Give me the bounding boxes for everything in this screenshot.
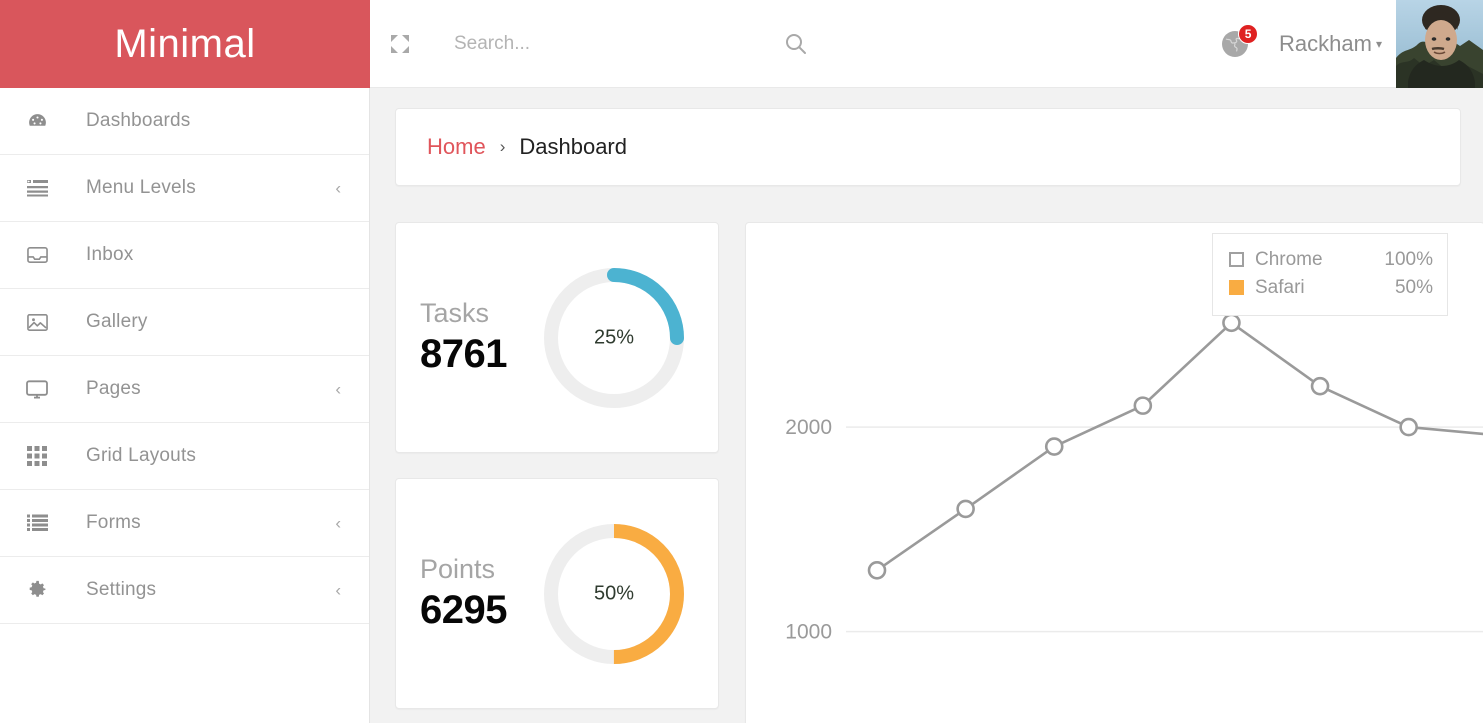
sidebar-item-label: Menu Levels xyxy=(60,177,196,199)
chevron-left-icon: ‹ xyxy=(335,381,341,398)
dashboard-page: Minimal Dashboards Menu Levels ‹ Inbox xyxy=(0,0,1483,723)
chart-data-point[interactable] xyxy=(1401,419,1417,435)
stat-card-tasks: Tasks 8761 25% xyxy=(395,222,719,453)
legend-swatch-safari xyxy=(1229,280,1244,295)
top-header: 5 Rackham ▾ xyxy=(370,0,1483,88)
sidebar-item-label: Pages xyxy=(60,378,141,400)
sidebar-item-inbox[interactable]: Inbox xyxy=(0,222,369,289)
breadcrumb-home-link[interactable]: Home xyxy=(427,134,486,160)
breadcrumb-separator-icon: › xyxy=(500,137,506,157)
grid-icon xyxy=(14,446,60,466)
user-menu[interactable]: Rackham ▾ xyxy=(1279,31,1382,57)
sidebar-item-gallery[interactable]: Gallery xyxy=(0,289,369,356)
search-input[interactable] xyxy=(454,33,784,55)
user-name-label: Rackham xyxy=(1279,31,1372,57)
inbox-icon xyxy=(14,246,60,264)
stat-label: Points xyxy=(420,553,532,587)
breadcrumb-current: Dashboard xyxy=(519,134,627,160)
list-icon xyxy=(14,514,60,532)
sidebar-item-label: Grid Layouts xyxy=(60,445,196,467)
avatar[interactable] xyxy=(1396,0,1483,88)
search-area xyxy=(454,32,874,55)
sidebar-item-label: Gallery xyxy=(60,311,148,333)
brand-logo[interactable]: Minimal xyxy=(0,0,370,88)
legend-item[interactable]: Safari 50% xyxy=(1229,274,1433,302)
sidebar-item-grid-layouts[interactable]: Grid Layouts xyxy=(0,423,369,490)
line-chart-card: 1000 2000 Chrome 100% Safari 50% xyxy=(745,222,1483,723)
sidebar-item-label: Forms xyxy=(60,512,141,534)
stat-text-block: Points 6295 xyxy=(396,553,532,635)
header-right-tools: 5 Rackham ▾ xyxy=(1213,0,1483,88)
legend-label: Chrome xyxy=(1255,246,1371,274)
sidebar-item-settings[interactable]: Settings ‹ xyxy=(0,557,369,624)
globe-icon[interactable]: 5 xyxy=(1213,22,1257,66)
gear-icon xyxy=(14,580,60,600)
menu-levels-icon xyxy=(14,179,60,197)
notification-badge: 5 xyxy=(1238,24,1258,44)
sidebar-item-menu-levels[interactable]: Menu Levels ‹ xyxy=(0,155,369,222)
expand-arrows-icon[interactable] xyxy=(370,33,430,55)
donut-chart-points: 50% xyxy=(536,516,692,672)
chart-data-point[interactable] xyxy=(1046,439,1062,455)
chevron-left-icon: ‹ xyxy=(335,180,341,197)
stat-label: Tasks xyxy=(420,297,532,331)
chevron-left-icon: ‹ xyxy=(335,515,341,532)
stat-value: 6295 xyxy=(420,586,532,634)
chart-data-point[interactable] xyxy=(958,501,974,517)
chart-data-point[interactable] xyxy=(1135,398,1151,414)
svg-text:1000: 1000 xyxy=(785,621,832,644)
sidebar-item-label: Dashboards xyxy=(60,110,190,132)
monitor-icon xyxy=(14,380,60,399)
legend-value: 50% xyxy=(1371,274,1433,302)
sidebar-item-pages[interactable]: Pages ‹ xyxy=(0,356,369,423)
chevron-left-icon: ‹ xyxy=(335,582,341,599)
chart-area: 1000 2000 Chrome 100% Safari 50% xyxy=(746,223,1462,723)
sidebar: Minimal Dashboards Menu Levels ‹ Inbox xyxy=(0,0,370,723)
donut-percent-label: 25% xyxy=(536,326,692,349)
svg-text:2000: 2000 xyxy=(785,416,832,439)
search-icon[interactable] xyxy=(784,32,807,55)
chart-data-point[interactable] xyxy=(1223,315,1239,331)
legend-value: 100% xyxy=(1371,246,1433,274)
stat-card-points: Points 6295 50% xyxy=(395,478,719,709)
sidebar-item-dashboards[interactable]: Dashboards xyxy=(0,88,369,155)
chart-data-point[interactable] xyxy=(869,562,885,578)
legend-swatch-chrome xyxy=(1229,252,1244,267)
legend-item[interactable]: Chrome 100% xyxy=(1229,246,1433,274)
sidebar-item-label: Inbox xyxy=(60,244,133,266)
brand-title: Minimal xyxy=(114,22,255,67)
legend-label: Safari xyxy=(1255,274,1371,302)
donut-percent-label: 50% xyxy=(536,582,692,605)
stat-text-block: Tasks 8761 xyxy=(396,297,532,379)
sidebar-item-forms[interactable]: Forms ‹ xyxy=(0,490,369,557)
stat-value: 8761 xyxy=(420,330,532,378)
gallery-icon xyxy=(14,313,60,332)
breadcrumb: Home › Dashboard xyxy=(395,108,1461,186)
dashboard-icon xyxy=(14,111,60,132)
sidebar-item-label: Settings xyxy=(60,579,156,601)
main-content: Home › Dashboard Tasks 8761 25% Points 6… xyxy=(370,88,1483,723)
chevron-down-icon: ▾ xyxy=(1376,37,1382,51)
chart-legend: Chrome 100% Safari 50% xyxy=(1212,233,1448,316)
chart-data-point[interactable] xyxy=(1312,378,1328,394)
donut-chart-tasks: 25% xyxy=(536,260,692,416)
